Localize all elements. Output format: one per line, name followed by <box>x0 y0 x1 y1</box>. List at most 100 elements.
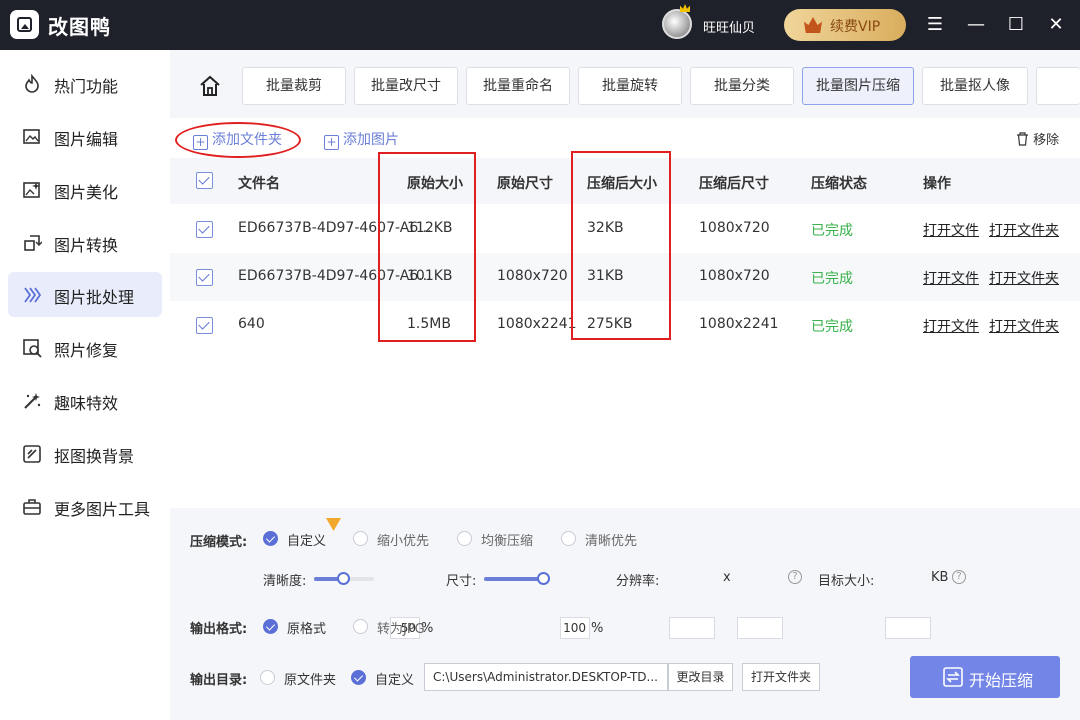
dir-custom-radio[interactable] <box>351 670 366 685</box>
target-size-input[interactable] <box>885 617 931 639</box>
new-dim: 1080x720 <box>699 268 770 284</box>
select-all-checkbox[interactable] <box>196 172 213 189</box>
clarity-slider-knob[interactable] <box>337 572 350 585</box>
target-size-unit: KB <box>931 570 949 585</box>
mode-custom-radio[interactable] <box>263 531 278 546</box>
sidebar-item-label: 图片批处理 <box>54 288 135 307</box>
flame-icon <box>25 74 39 93</box>
tool-batch-rename[interactable]: 批量重命名 <box>466 67 570 105</box>
col-header-orig-dim: 原始尺寸 <box>497 176 553 192</box>
magic-wand-icon <box>24 393 41 409</box>
add-image-button[interactable]: + 添加图片 <box>324 129 399 150</box>
maximize-icon[interactable]: ☐ <box>1003 12 1029 38</box>
minimize-icon[interactable]: — <box>963 12 989 38</box>
mode-clarity-label[interactable]: 清晰优先 <box>585 530 637 549</box>
image-beautify-icon <box>23 182 40 198</box>
trash-icon <box>1017 132 1028 146</box>
tool-batch-classify[interactable]: 批量分类 <box>690 67 794 105</box>
swap-icon <box>943 667 963 687</box>
toolbox-icon <box>23 499 41 515</box>
open-output-folder-button[interactable]: 打开文件夹 <box>742 663 820 691</box>
status: 已完成 <box>811 319 853 335</box>
sidebar-item-image-edit[interactable]: 图片编辑 <box>8 114 162 159</box>
resolution-width-input[interactable] <box>669 617 715 639</box>
open-folder-link[interactable]: 打开文件夹 <box>989 220 1059 240</box>
sidebar-item-hot[interactable]: 热门功能 <box>8 61 162 106</box>
mode-clarity-radio[interactable] <box>561 531 576 546</box>
sidebar-item-label: 照片修复 <box>54 341 119 360</box>
renew-vip-button[interactable]: 续费VIP <box>784 9 906 41</box>
home-icon[interactable] <box>199 75 221 97</box>
sidebar-item-more-tools[interactable]: 更多图片工具 <box>8 484 162 529</box>
orig-dim: 1080x720 <box>497 268 568 284</box>
open-folder-link[interactable]: 打开文件夹 <box>989 268 1059 288</box>
sidebar-item-label: 热门功能 <box>54 77 119 96</box>
sidebar-item-label: 图片编辑 <box>54 130 119 149</box>
start-compress-button[interactable]: 开始压缩 <box>910 656 1060 698</box>
sidebar-item-batch[interactable]: 图片批处理 <box>8 272 162 317</box>
status: 已完成 <box>811 223 853 239</box>
size-label: 尺寸: <box>446 574 477 589</box>
sidebar-item-image-beautify[interactable]: 图片美化 <box>8 167 162 212</box>
row-checkbox[interactable] <box>196 221 213 238</box>
new-dim: 1080x2241 <box>699 316 779 332</box>
col-header-new-dim: 压缩后尺寸 <box>699 176 769 192</box>
format-original-label[interactable]: 原格式 <box>287 618 326 637</box>
crown-icon <box>680 4 690 12</box>
format-jpg-label[interactable]: 转为JPG <box>377 618 425 637</box>
main-panel: 批量裁剪 批量改尺寸 批量重命名 批量旋转 批量分类 批量图片压缩 批量抠人像 … <box>170 50 1080 720</box>
dir-original-radio[interactable] <box>260 670 275 685</box>
remove-button[interactable]: 移除 <box>1016 129 1059 148</box>
sidebar-item-label: 图片美化 <box>54 183 119 202</box>
resolution-label: 分辨率: <box>616 574 660 589</box>
tool-batch-compress[interactable]: 批量图片压缩 <box>802 67 914 105</box>
sidebar-item-label: 图片转换 <box>54 236 119 255</box>
start-compress-label: 开始压缩 <box>969 671 1034 690</box>
open-file-link[interactable]: 打开文件 <box>923 316 979 336</box>
format-jpg-radio[interactable] <box>353 619 368 634</box>
size-slider-knob[interactable] <box>537 572 550 585</box>
image-edit-icon <box>23 129 40 144</box>
tool-batch-crop[interactable]: 批量裁剪 <box>242 67 346 105</box>
mode-shrink-radio[interactable] <box>353 531 368 546</box>
mode-custom-label[interactable]: 自定义 <box>287 530 326 549</box>
col-header-filename: 文件名 <box>238 176 280 192</box>
row-checkbox[interactable] <box>196 317 213 334</box>
tool-batch-portrait-cutout[interactable]: 批量抠人像 <box>922 67 1028 105</box>
mode-balanced-radio[interactable] <box>457 531 472 546</box>
orig-dim: 1080x2241 <box>497 316 577 332</box>
open-file-link[interactable]: 打开文件 <box>923 268 979 288</box>
size-input[interactable]: 100 <box>560 617 590 639</box>
status: 已完成 <box>811 271 853 287</box>
tool-batch-resize[interactable]: 批量改尺寸 <box>354 67 458 105</box>
user-avatar[interactable] <box>662 9 692 39</box>
tool-more-partial[interactable] <box>1036 67 1080 105</box>
mode-shrink-label[interactable]: 缩小优先 <box>377 530 429 549</box>
sidebar-item-label: 趣味特效 <box>54 394 119 413</box>
output-path-input[interactable]: C:\Users\Administrator.DESKTOP-TD... <box>424 663 668 691</box>
sidebar-item-label: 抠图换背景 <box>54 447 135 466</box>
file-name: 640 <box>238 316 265 332</box>
close-icon[interactable]: ✕ <box>1043 12 1069 38</box>
dir-custom-label[interactable]: 自定义 <box>375 669 414 688</box>
help-icon[interactable]: ? <box>788 570 802 584</box>
help-icon[interactable]: ? <box>952 570 966 584</box>
mode-balanced-label[interactable]: 均衡压缩 <box>481 530 533 549</box>
dir-original-label[interactable]: 原文件夹 <box>284 669 336 688</box>
convert-icon <box>24 235 42 251</box>
sidebar-item-effects[interactable]: 趣味特效 <box>8 378 162 423</box>
menu-icon[interactable]: ☰ <box>922 12 948 38</box>
change-dir-button[interactable]: 更改目录 <box>668 663 733 691</box>
sidebar-item-repair[interactable]: 照片修复 <box>8 325 162 370</box>
open-folder-link[interactable]: 打开文件夹 <box>989 316 1059 336</box>
user-name[interactable]: 旺旺仙贝 <box>703 17 755 36</box>
tool-batch-rotate[interactable]: 批量旋转 <box>578 67 682 105</box>
row-checkbox[interactable] <box>196 269 213 286</box>
open-file-link[interactable]: 打开文件 <box>923 220 979 240</box>
add-image-label: 添加图片 <box>343 132 399 148</box>
sidebar-item-convert[interactable]: 图片转换 <box>8 220 162 265</box>
sidebar-item-cutout[interactable]: 抠图换背景 <box>8 431 162 476</box>
resolution-height-input[interactable] <box>737 617 783 639</box>
format-original-radio[interactable] <box>263 619 278 634</box>
new-dim: 1080x720 <box>699 220 770 236</box>
